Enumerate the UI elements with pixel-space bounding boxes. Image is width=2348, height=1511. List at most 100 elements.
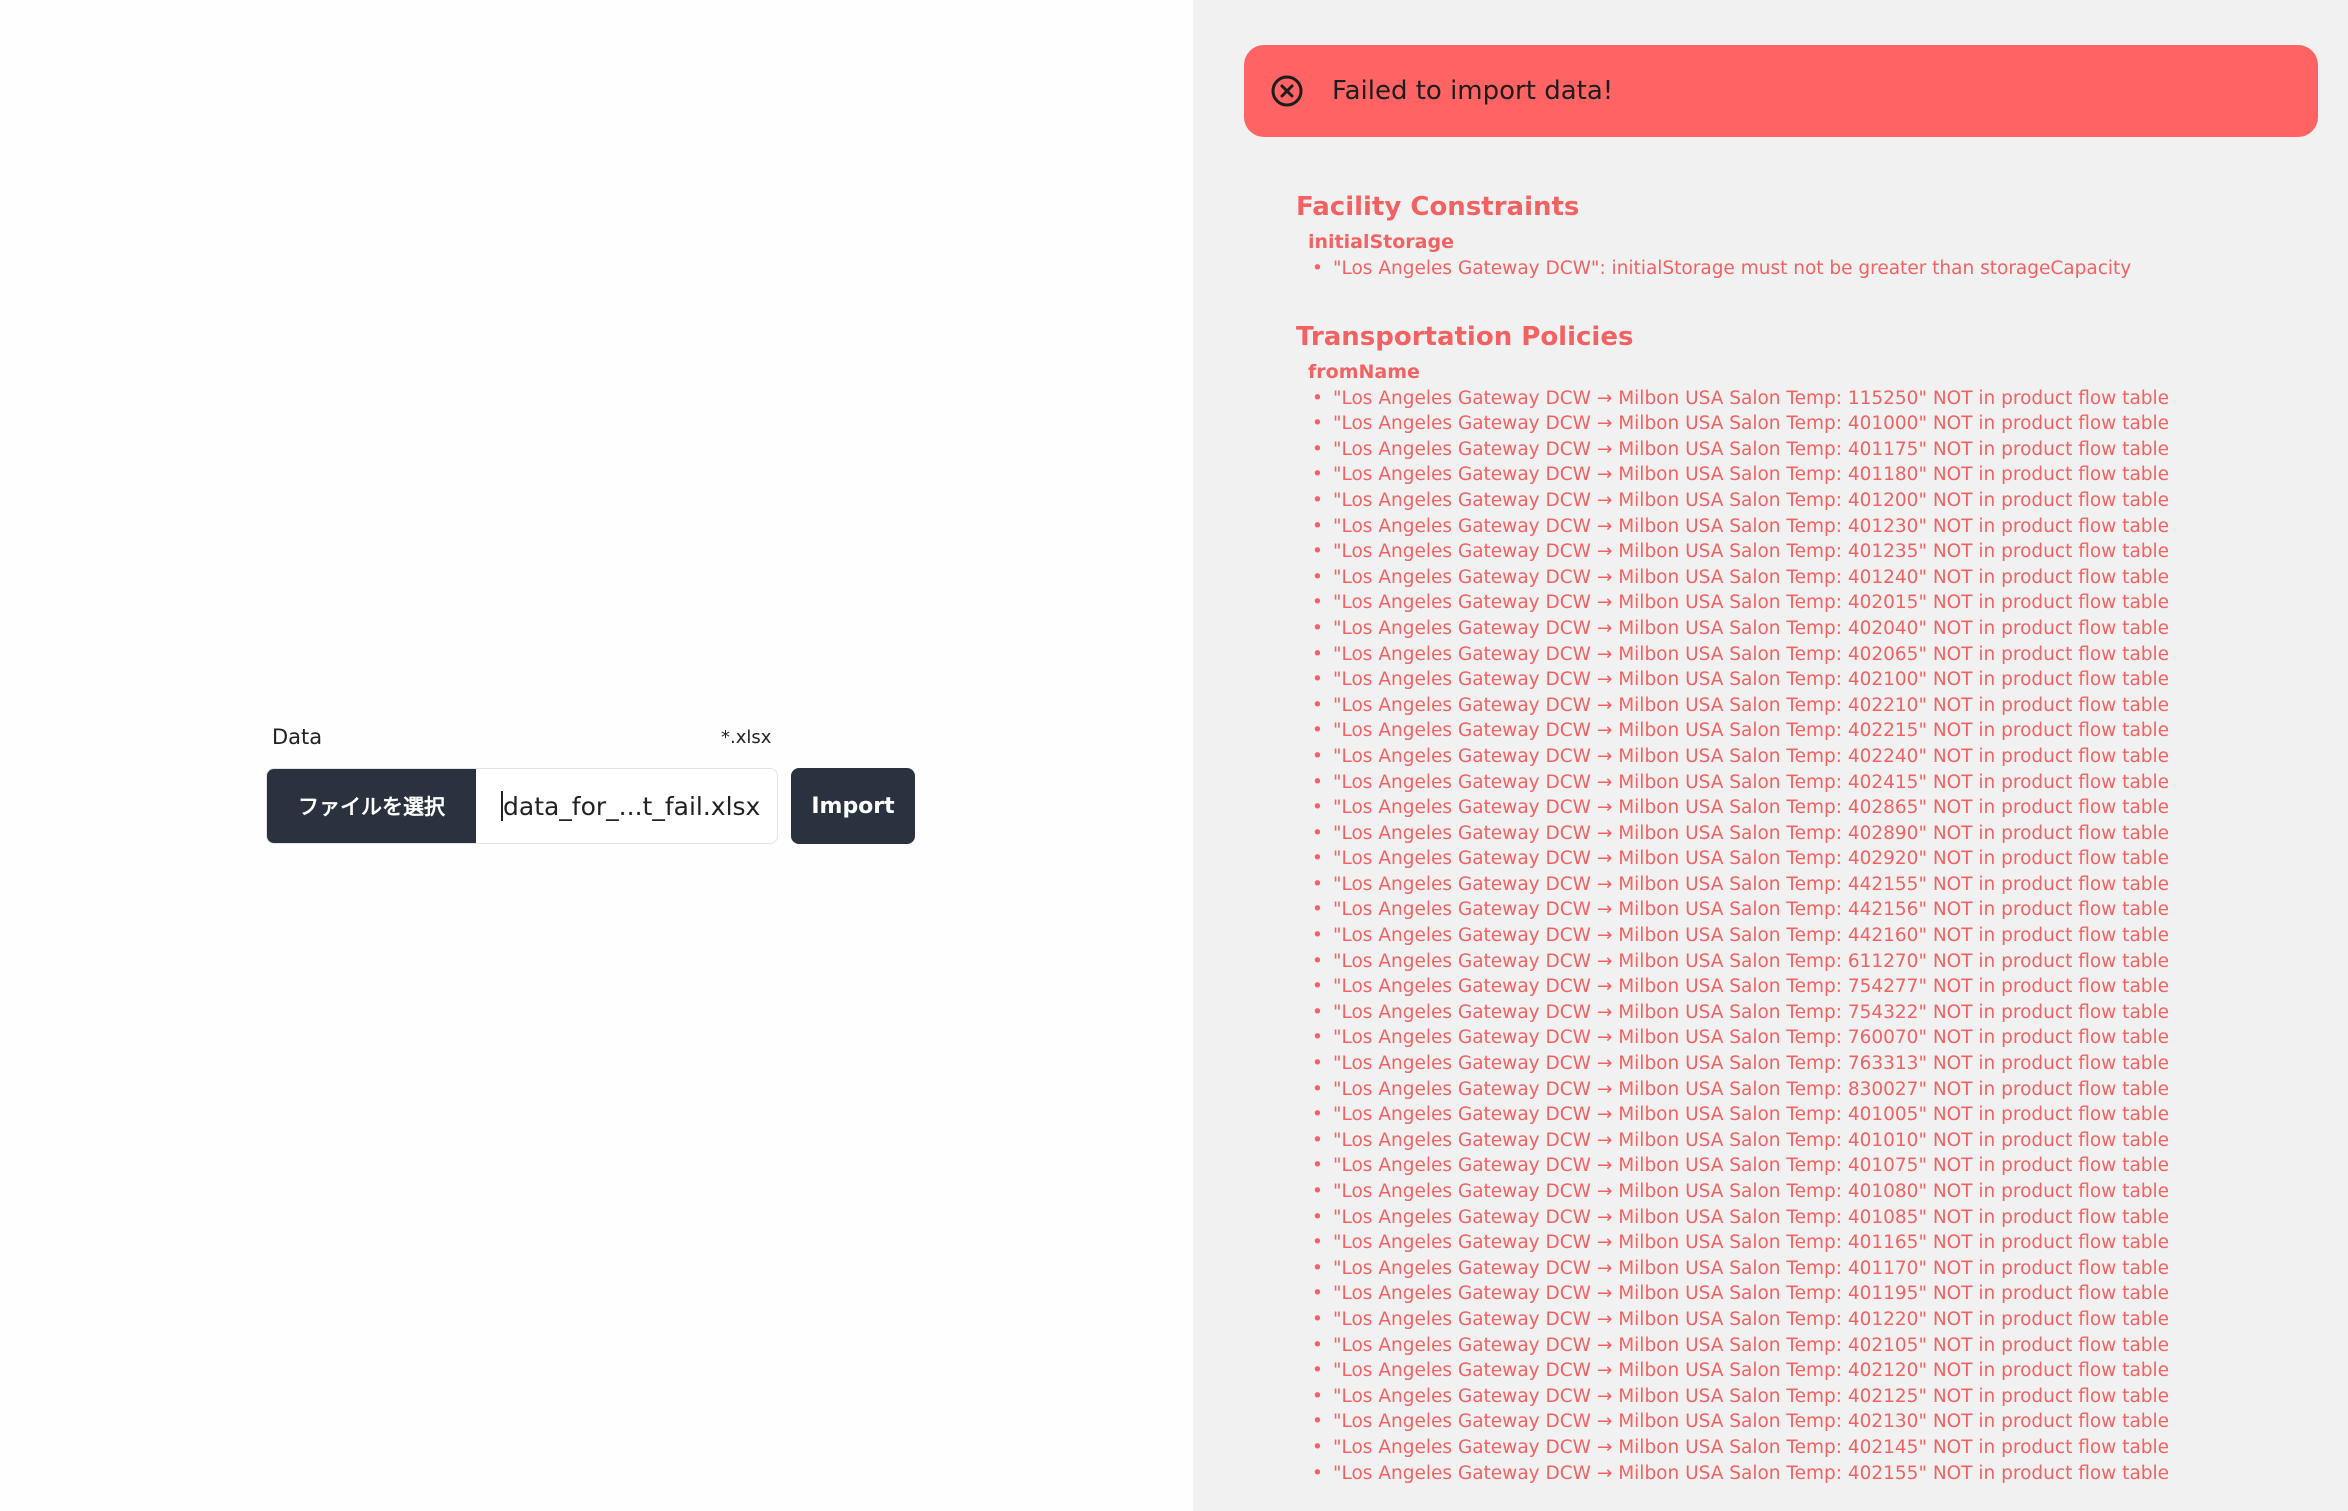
error-message: "Los Angeles Gateway DCW → Milbon USA Sa… [1333, 899, 2170, 921]
bullet-icon: • [1312, 1360, 1323, 1382]
bullet-icon: • [1312, 489, 1323, 511]
error-message: "Los Angeles Gateway DCW → Milbon USA Sa… [1333, 643, 2170, 665]
bullet-icon: • [1312, 899, 1323, 921]
error-message: "Los Angeles Gateway DCW → Milbon USA Sa… [1333, 848, 2170, 870]
bullet-icon: • [1312, 617, 1323, 639]
file-name-text: data_for_...t_fail.xlsx [503, 791, 761, 821]
error-item: • "Los Angeles Gateway DCW → Milbon USA S… [1308, 1358, 2348, 1384]
bullet-icon: • [1312, 1078, 1323, 1100]
error-details: Facility Constraints initialStorage • "Los … [1296, 190, 2348, 1486]
choose-file-button[interactable]: ファイルを選択 [267, 769, 476, 843]
error-item: • "Los Angeles Gateway DCW → Milbon USA S… [1308, 974, 2348, 1000]
bullet-icon: • [1312, 515, 1323, 537]
error-message: "Los Angeles Gateway DCW → Milbon USA Sa… [1333, 438, 2170, 460]
bullet-icon: • [1312, 1206, 1323, 1228]
bullet-icon: • [1312, 413, 1323, 435]
error-item: • "Los Angeles Gateway DCW → Milbon USA S… [1308, 923, 2348, 949]
result-pane: Failed to import data! Facility Constrai… [1193, 0, 2348, 1511]
error-message: "Los Angeles Gateway DCW → Milbon USA Sa… [1333, 822, 2170, 844]
bullet-icon: • [1312, 1053, 1323, 1075]
bullet-icon: • [1312, 1001, 1323, 1023]
error-item: • "Los Angeles Gateway DCW → Milbon USA S… [1308, 1384, 2348, 1410]
error-item: • "Los Angeles Gateway DCW": initialStora… [1308, 256, 2348, 282]
error-message: "Los Angeles Gateway DCW → Milbon USA Sa… [1333, 1334, 2170, 1356]
error-item: • "Los Angeles Gateway DCW → Milbon USA S… [1308, 1409, 2348, 1435]
error-message: "Los Angeles Gateway DCW → Milbon USA Sa… [1333, 1436, 2170, 1458]
error-message: "Los Angeles Gateway DCW → Milbon USA Sa… [1333, 1462, 2170, 1484]
error-field-name: fromName [1308, 360, 1420, 383]
import-button[interactable]: Import [791, 768, 915, 844]
bullet-icon: • [1312, 720, 1323, 742]
bullet-icon: • [1312, 438, 1323, 460]
error-alert: Failed to import data! [1244, 45, 2318, 137]
error-item: • "Los Angeles Gateway DCW → Milbon USA S… [1308, 590, 2348, 616]
error-item: • "Los Angeles Gateway DCW → Milbon USA S… [1308, 1153, 2348, 1179]
error-field-name: initialStorage [1308, 231, 1454, 253]
bullet-icon: • [1312, 797, 1323, 819]
error-item: • "Los Angeles Gateway DCW → Milbon USA S… [1308, 1179, 2348, 1205]
error-item: • "Los Angeles Gateway DCW → Milbon USA S… [1308, 437, 2348, 463]
error-message: "Los Angeles Gateway DCW → Milbon USA Sa… [1333, 1385, 2170, 1407]
bullet-icon: • [1312, 1385, 1323, 1407]
file-name-display[interactable]: data_for_...t_fail.xlsx [476, 769, 777, 843]
error-item: • "Los Angeles Gateway DCW → Milbon USA S… [1308, 1025, 2348, 1051]
accept-hint: *.xlsx [721, 727, 772, 748]
alert-message: Failed to import data! [1332, 76, 1614, 106]
error-item: • "Los Angeles Gateway DCW → Milbon USA S… [1308, 744, 2348, 770]
error-item: • "Los Angeles Gateway DCW → Milbon USA S… [1308, 718, 2348, 744]
error-item: • "Los Angeles Gateway DCW → Milbon USA S… [1308, 386, 2348, 412]
error-item: • "Los Angeles Gateway DCW → Milbon USA S… [1308, 514, 2348, 540]
bullet-icon: • [1312, 1411, 1323, 1433]
error-message: "Los Angeles Gateway DCW → Milbon USA Sa… [1333, 1181, 2170, 1202]
error-message: "Los Angeles Gateway DCW → Milbon USA Sa… [1333, 1308, 2170, 1330]
error-message: "Los Angeles Gateway DCW → Milbon USA Sa… [1333, 1104, 2170, 1126]
bullet-icon: • [1312, 873, 1323, 895]
error-item: • "Los Angeles Gateway DCW → Milbon USA S… [1308, 846, 2348, 872]
error-item: • "Los Angeles Gateway DCW → Milbon USA S… [1308, 488, 2348, 514]
error-message: "Los Angeles Gateway DCW → Milbon USA Sa… [1333, 1001, 2170, 1023]
error-list: • "Los Angeles Gateway DCW → Milbon USA S… [1296, 386, 2348, 1487]
error-item: • "Los Angeles Gateway DCW → Milbon USA S… [1308, 565, 2348, 591]
error-item: • "Los Angeles Gateway DCW → Milbon USA S… [1308, 411, 2348, 437]
bullet-icon: • [1312, 745, 1323, 767]
error-section-title: Facility Constraints [1296, 192, 1580, 222]
error-item: • "Los Angeles Gateway DCW → Milbon USA S… [1308, 1333, 2348, 1359]
error-item: • "Los Angeles Gateway DCW → Milbon USA S… [1308, 1230, 2348, 1256]
error-message: "Los Angeles Gateway DCW → Milbon USA Sa… [1333, 489, 2170, 511]
error-item: • "Los Angeles Gateway DCW → Milbon USA S… [1308, 1128, 2348, 1154]
error-message: "Los Angeles Gateway DCW → Milbon USA Sa… [1333, 413, 2170, 435]
error-item: • "Los Angeles Gateway DCW → Milbon USA S… [1308, 770, 2348, 796]
error-message: "Los Angeles Gateway DCW → Milbon USA Sa… [1333, 1053, 2170, 1075]
error-message: "Los Angeles Gateway DCW → Milbon USA Sa… [1333, 1129, 2170, 1151]
x-circle-icon [1270, 74, 1304, 108]
error-message: "Los Angeles Gateway DCW → Milbon USA Sa… [1333, 617, 2170, 639]
error-item: • "Los Angeles Gateway DCW → Milbon USA S… [1308, 1307, 2348, 1333]
bullet-icon: • [1312, 464, 1323, 486]
error-message: "Los Angeles Gateway DCW → Milbon USA Sa… [1333, 387, 2170, 409]
upload-pane: Data *.xlsx ファイルを選択 data_for_...t_fail.x… [0, 0, 1193, 1511]
error-message: "Los Angeles Gateway DCW → Milbon USA Sa… [1333, 771, 2170, 793]
error-message: "Los Angeles Gateway DCW → Milbon USA Sa… [1333, 1257, 2170, 1279]
error-message: "Los Angeles Gateway DCW → Milbon USA Sa… [1333, 976, 2170, 998]
error-message: "Los Angeles Gateway DCW → Milbon USA Sa… [1333, 1027, 2170, 1049]
bullet-icon: • [1312, 1232, 1323, 1254]
error-item: • "Los Angeles Gateway DCW → Milbon USA S… [1308, 795, 2348, 821]
error-message: "Los Angeles Gateway DCW → Milbon USA Sa… [1333, 1283, 2170, 1305]
bullet-icon: • [1312, 771, 1323, 793]
error-message: "Los Angeles Gateway DCW → Milbon USA Sa… [1333, 873, 2170, 895]
bullet-icon: • [1312, 592, 1323, 614]
error-message: "Los Angeles Gateway DCW": initialStorag… [1333, 258, 2132, 279]
error-message: "Los Angeles Gateway DCW → Milbon USA Sa… [1333, 541, 2170, 563]
error-item: • "Los Angeles Gateway DCW → Milbon USA S… [1308, 462, 2348, 488]
bullet-icon: • [1312, 1155, 1323, 1177]
bullet-icon: • [1312, 1462, 1323, 1484]
file-input[interactable]: ファイルを選択 data_for_...t_fail.xlsx [266, 768, 778, 844]
error-message: "Los Angeles Gateway DCW → Milbon USA Sa… [1333, 1155, 2170, 1177]
bullet-icon: • [1312, 1283, 1323, 1305]
bullet-icon: • [1312, 669, 1323, 691]
bullet-icon: • [1312, 848, 1323, 870]
error-item: • "Los Angeles Gateway DCW → Milbon USA S… [1308, 1102, 2348, 1128]
error-message: "Los Angeles Gateway DCW → Milbon USA Sa… [1333, 464, 2170, 486]
bullet-icon: • [1312, 1257, 1323, 1279]
